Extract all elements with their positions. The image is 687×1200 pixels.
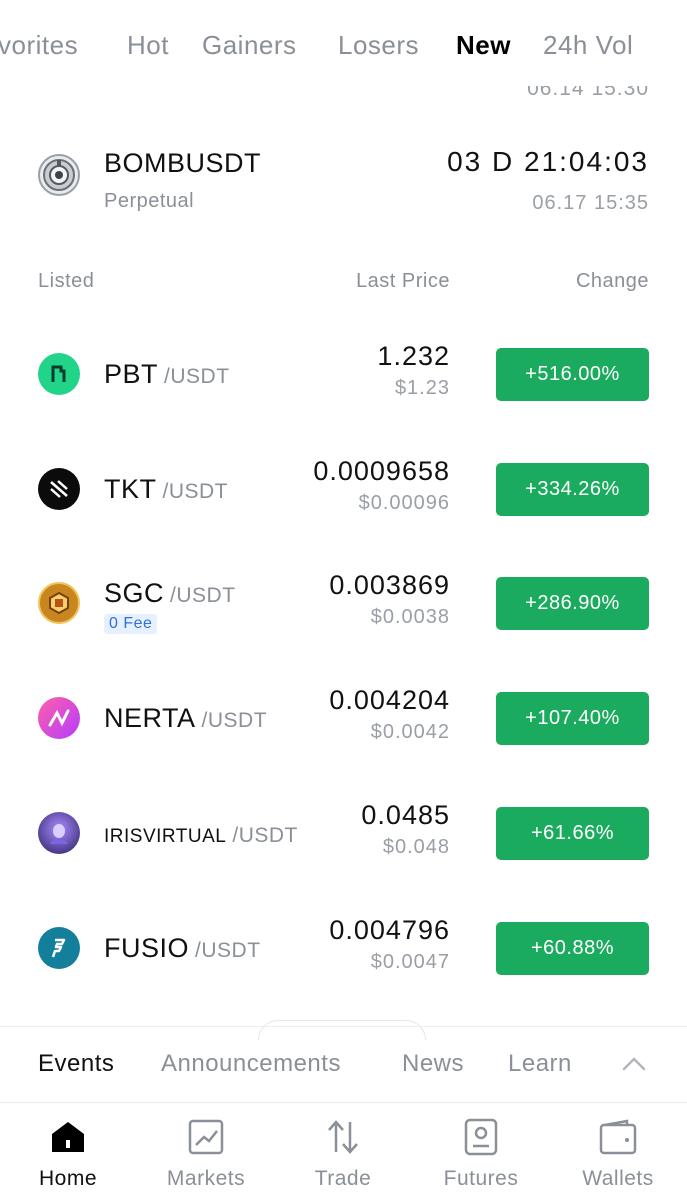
sgc-coin-icon <box>38 582 80 624</box>
tab-learn[interactable]: Learn <box>508 1050 572 1078</box>
usd-price: $0.00096 <box>358 492 450 514</box>
bottom-nav: Home Markets Trade Futures Wallets <box>0 1103 687 1200</box>
fusio-coin-icon <box>38 927 80 969</box>
wallet-icon <box>598 1117 638 1157</box>
trade-icon <box>323 1117 363 1157</box>
tab-announcements[interactable]: Announcements <box>161 1050 341 1078</box>
last-price: 1.232 <box>377 341 450 371</box>
section-tabs: Events Announcements News Learn <box>0 1050 687 1090</box>
nerta-coin-icon <box>38 697 80 739</box>
tkt-coin-icon <box>38 468 80 510</box>
tab-events[interactable]: Events <box>38 1050 114 1078</box>
pbt-coin-icon <box>38 353 80 395</box>
symbol: TKT/USDT <box>104 474 228 504</box>
nav-futures[interactable]: Futures <box>421 1103 541 1200</box>
usd-price: $0.0038 <box>370 606 450 628</box>
listing-countdown: 03 D 21:04:03 <box>447 146 649 177</box>
tab-favorites[interactable]: vorites <box>0 30 78 61</box>
upcoming-symbol: BOMBUSDT <box>104 148 262 178</box>
symbol: SGC/USDT <box>104 578 236 608</box>
listing-date: 06.17 15:35 <box>532 192 649 214</box>
last-price: 0.0009658 <box>313 456 450 486</box>
markets-icon <box>186 1117 226 1157</box>
upcoming-type: Perpetual <box>104 190 195 212</box>
change-badge[interactable]: +107.40% <box>496 692 649 745</box>
column-change[interactable]: Change <box>576 270 649 293</box>
change-badge[interactable]: +516.00% <box>496 348 649 401</box>
usd-price: $0.048 <box>382 836 450 858</box>
change-badge[interactable]: +61.66% <box>496 807 649 860</box>
usd-price: $1.23 <box>394 377 450 399</box>
nav-wallets[interactable]: Wallets <box>558 1103 678 1200</box>
symbol: PBT/USDT <box>104 359 230 389</box>
usd-price: $0.0047 <box>370 951 450 973</box>
market-tabs: vorites Hot Gainers Losers New 24h Vol <box>0 0 687 96</box>
tab-losers[interactable]: Losers <box>338 30 419 61</box>
column-listed[interactable]: Listed <box>38 270 94 293</box>
drag-handle[interactable] <box>258 1020 426 1040</box>
last-price: 0.0485 <box>361 800 450 830</box>
usd-price: $0.0042 <box>370 721 450 743</box>
tab-gainers[interactable]: Gainers <box>202 30 297 61</box>
futures-icon <box>461 1117 501 1157</box>
change-badge[interactable]: +286.90% <box>496 577 649 630</box>
last-price: 0.004204 <box>329 685 450 715</box>
symbol: FUSIO/USDT <box>104 933 261 963</box>
tab-new[interactable]: New <box>456 30 511 61</box>
market-row[interactable]: SGC/USDT 0 Fee 0.003869 $0.0038 +286.90% <box>0 570 687 674</box>
market-row[interactable]: FUSIO/USDT 0.004796 $0.0047 +60.88% <box>0 915 687 1019</box>
bomb-coin-icon <box>38 154 80 196</box>
nav-markets[interactable]: Markets <box>146 1103 266 1200</box>
tab-hot[interactable]: Hot <box>127 30 169 61</box>
last-price: 0.003869 <box>329 570 450 600</box>
home-icon <box>48 1117 88 1157</box>
market-row[interactable]: IRISVIRTUAL/USDT 0.0485 $0.048 +61.66% <box>0 800 687 904</box>
change-badge[interactable]: +334.26% <box>496 463 649 516</box>
tab-news[interactable]: News <box>402 1050 464 1078</box>
divider <box>0 1026 687 1027</box>
tab-24h-vol[interactable]: 24h Vol <box>543 30 633 61</box>
last-price: 0.004796 <box>329 915 450 945</box>
symbol: NERTA/USDT <box>104 703 268 733</box>
market-row[interactable]: NERTA/USDT 0.004204 $0.0042 +107.40% <box>0 685 687 789</box>
irisvirtual-coin-icon <box>38 812 80 854</box>
upcoming-listing[interactable]: BOMBUSDT Perpetual 03 D 21:04:03 06.17 1… <box>0 140 687 220</box>
market-row[interactable]: PBT/USDT 1.232 $1.23 +516.00% <box>0 341 687 445</box>
nav-trade[interactable]: Trade <box>283 1103 403 1200</box>
market-row[interactable]: TKT/USDT 0.0009658 $0.00096 +334.26% <box>0 456 687 560</box>
change-badge[interactable]: +60.88% <box>496 922 649 975</box>
symbol: IRISVIRTUAL/USDT <box>104 824 298 847</box>
chevron-up-icon[interactable] <box>621 1054 647 1074</box>
zero-fee-badge: 0 Fee <box>104 614 158 634</box>
nav-home[interactable]: Home <box>8 1103 128 1200</box>
previous-item-time: 06.14 15:30 <box>527 86 649 100</box>
column-last-price[interactable]: Last Price <box>356 270 450 293</box>
